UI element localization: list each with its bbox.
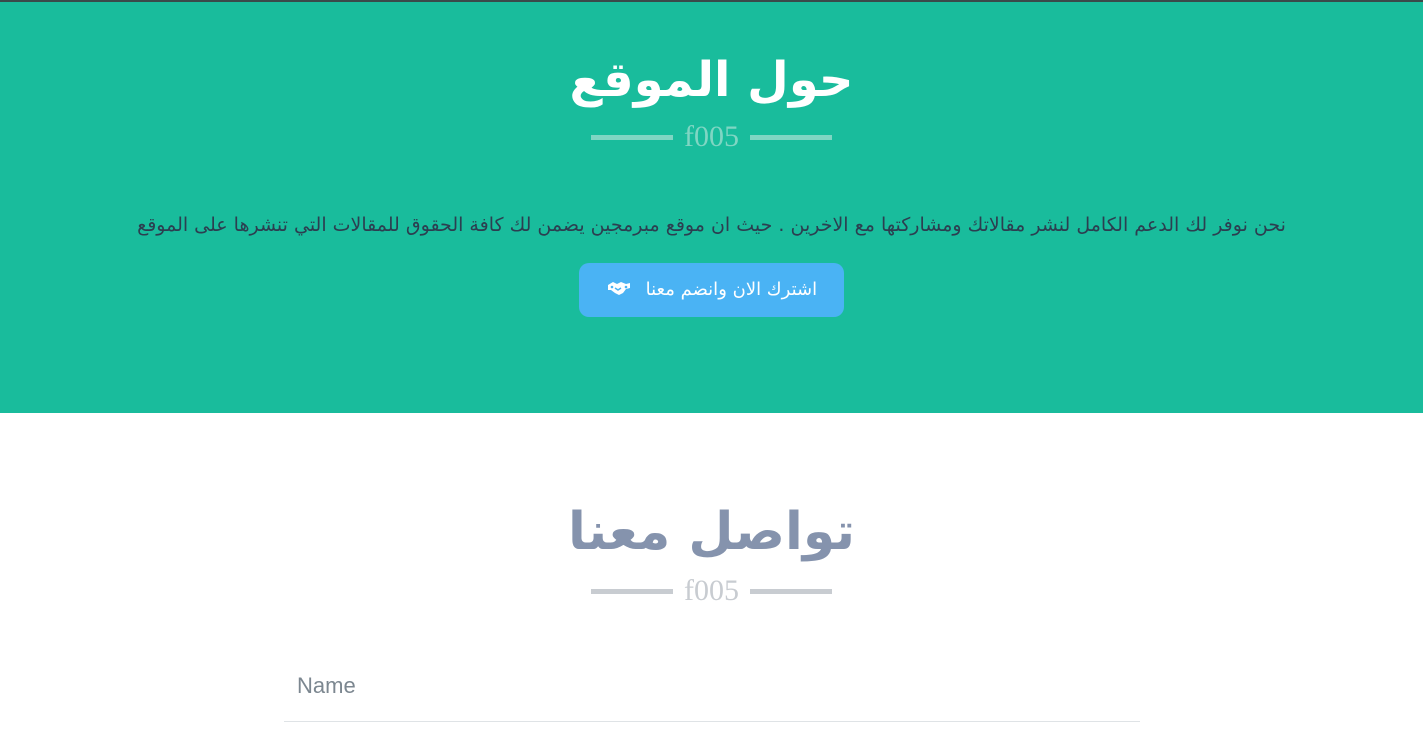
- divider-line-right: [750, 589, 832, 594]
- divider-line-left: [591, 589, 673, 594]
- join-button-label: اشترك الان وانضم معنا: [645, 279, 818, 300]
- divider-line-right: [750, 135, 832, 140]
- contact-title: تواصل معنا: [567, 502, 855, 562]
- divider-line-left: [591, 135, 673, 140]
- name-field[interactable]: [284, 650, 1140, 722]
- join-button[interactable]: اشترك الان وانضم معنا: [579, 263, 844, 317]
- about-title: حول الموقع: [569, 52, 854, 108]
- star-icon-placeholder: f005: [684, 574, 739, 607]
- star-icon-placeholder: f005: [684, 120, 739, 153]
- about-description: نحن نوفر لك الدعم الكامل لنشر مقالاتك وم…: [137, 214, 1286, 236]
- about-divider: f005: [591, 119, 832, 155]
- handshake-icon: [606, 265, 632, 319]
- about-section: حول الموقع f005 نحن نوفر لك الدعم الكامل…: [0, 2, 1423, 413]
- contact-divider: f005: [591, 573, 832, 609]
